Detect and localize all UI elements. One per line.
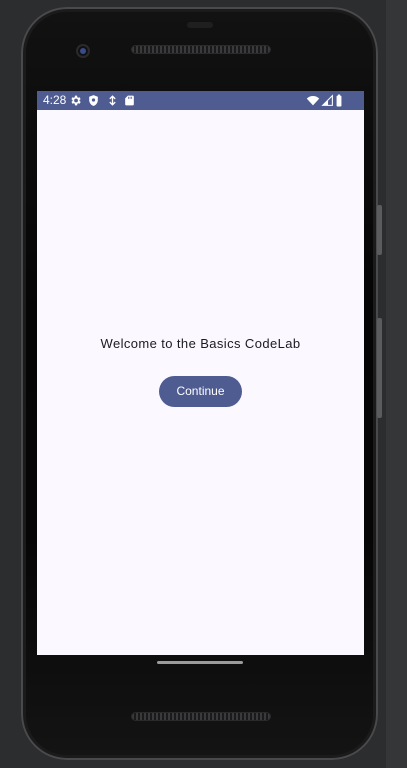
status-time: 4:28 xyxy=(43,93,67,107)
battery-icon xyxy=(336,94,342,107)
background-strip xyxy=(386,0,407,768)
wifi-icon xyxy=(306,95,320,106)
power-button[interactable] xyxy=(377,205,382,255)
signal-icon xyxy=(321,94,333,106)
welcome-text: Welcome to the Basics CodeLab xyxy=(100,336,301,351)
navigation-gesture-handle[interactable] xyxy=(157,661,243,664)
device-screen: 4:28 Welcome to the Basics CodeLab Conti… xyxy=(37,91,364,655)
bottom-speaker-grille xyxy=(132,713,270,720)
top-speaker-grille xyxy=(132,46,270,53)
status-bar: 4:28 xyxy=(37,91,364,110)
earpiece xyxy=(187,22,213,28)
shield-icon xyxy=(89,95,98,106)
volume-button[interactable] xyxy=(377,318,382,418)
sd-card-icon xyxy=(125,95,134,106)
gear-icon xyxy=(71,95,81,106)
front-camera xyxy=(76,44,90,58)
data-arrows-icon xyxy=(109,95,116,106)
continue-button[interactable]: Continue xyxy=(159,376,242,407)
